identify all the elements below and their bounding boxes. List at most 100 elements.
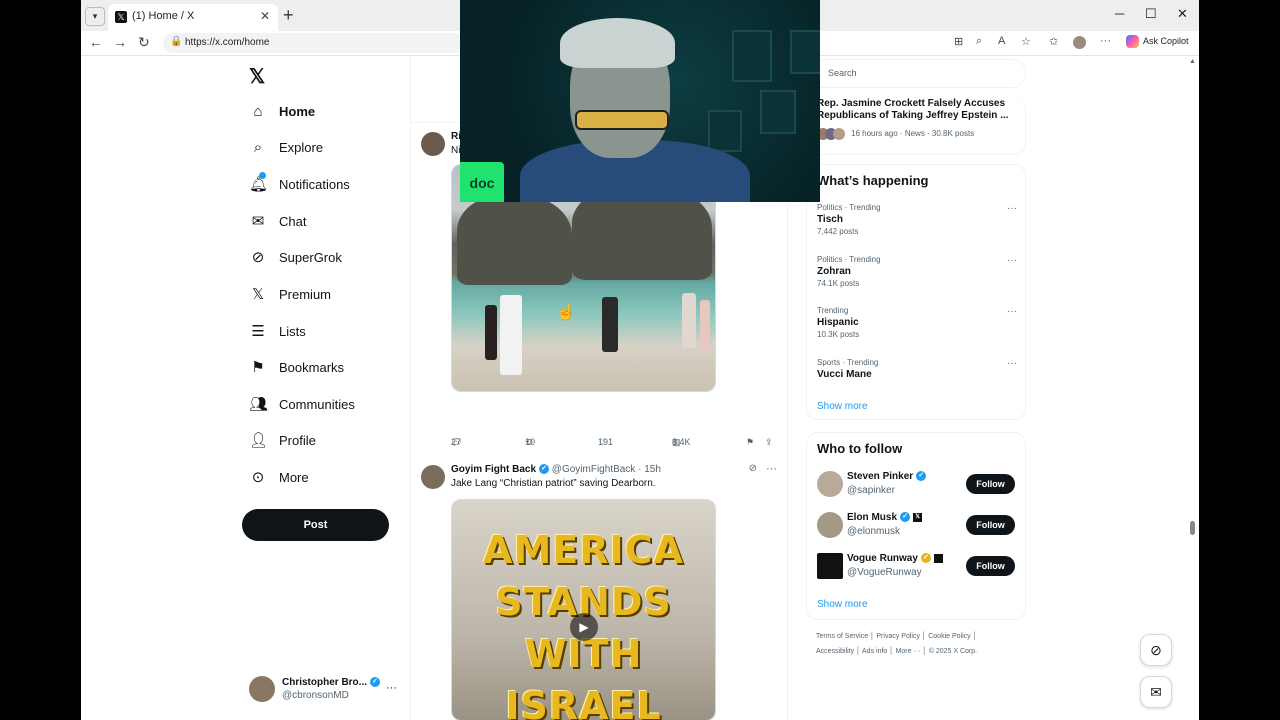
follow-suggestion[interactable]: Steven Pinker ✓ @sapinker Follow (817, 471, 1017, 499)
nav-supergrok[interactable]: ⊘ SuperGrok (249, 244, 342, 270)
account-more-icon[interactable]: ··· (386, 682, 397, 694)
messages-fab-icon[interactable]: ✉ (1140, 676, 1172, 708)
footer-link[interactable]: More ··· (896, 648, 921, 655)
person-shape (700, 300, 710, 350)
copilot-button[interactable]: Ask Copilot (1126, 35, 1189, 48)
tweet-more-icon[interactable]: ··· (766, 463, 777, 475)
suggestion-name-row[interactable]: Elon Musk ✓ 𝕏 (847, 512, 923, 523)
bookmark-icon[interactable]: ⚑ (746, 437, 754, 448)
trend-item[interactable]: Politics · Trending Tisch 7,442 posts ··· (817, 203, 1017, 236)
nav-home[interactable]: ⌂ Home (249, 98, 315, 124)
nav-profile[interactable]: 👤︎ Profile (249, 427, 316, 453)
tweet-video[interactable]: AMERICA STANDS WITH ISRAEL ▶ (451, 499, 716, 720)
trend-item[interactable]: Politics · Trending Zohran 74.1K posts ··· (817, 255, 1017, 288)
back-arrow-icon[interactable]: ← (89, 34, 103, 50)
reply-count: 27 (451, 437, 462, 447)
x-logo-icon[interactable]: 𝕏 (249, 64, 265, 89)
x-icon: 𝕏 (251, 286, 265, 303)
nav-communities[interactable]: 👥︎ Communities (249, 391, 355, 417)
show-more-link[interactable]: Show more (817, 401, 868, 412)
tweet-avatar[interactable] (421, 465, 445, 489)
read-aloud-icon[interactable]: A (998, 35, 1005, 47)
scroll-up-arrow-icon[interactable]: ▲ (1189, 58, 1196, 65)
nav-premium[interactable]: 𝕏 Premium (249, 281, 331, 307)
trend-more-icon[interactable]: ··· (1007, 306, 1017, 317)
follow-button[interactable]: Follow (966, 515, 1015, 535)
tab-close-icon[interactable]: ✕ (260, 9, 270, 23)
tab-x-home[interactable]: 𝕏 (1) Home / X ✕ (108, 4, 278, 31)
app-available-icon[interactable]: ⊞ (954, 35, 963, 48)
copyright: © 2025 X Corp. (928, 648, 978, 655)
news-card[interactable]: Rep. Jasmine Crockett Falsely Accuses Re… (806, 96, 1026, 155)
footer-link[interactable]: Accessibility (816, 648, 854, 655)
show-more-link[interactable]: Show more (817, 599, 868, 610)
home-icon: ⌂ (253, 102, 263, 120)
follow-suggestion[interactable]: Vogue Runway ✓ @VogueRunway Follow (817, 553, 1017, 581)
tweet-author-row[interactable]: Goyim Fight Back ✓ @GoyimFightBack · 15h (451, 464, 661, 475)
footer-link[interactable]: Cookie Policy (928, 633, 970, 640)
page-scrollbar[interactable]: ▲ (1186, 56, 1199, 720)
site-info-icon[interactable]: 🔒 (170, 36, 182, 47)
trend-item[interactable]: Trending Hispanic 10.3K posts ··· (817, 306, 1017, 339)
nav-lists[interactable]: ☰ Lists (249, 318, 305, 344)
nav-bookmarks[interactable]: ⚑ Bookmarks (249, 354, 344, 380)
window-close-icon[interactable]: ✕ (1177, 6, 1188, 22)
people-icon: 👥︎ (249, 396, 269, 413)
tweet-author[interactable]: Goyim Fight Back (451, 464, 536, 475)
person-shape (485, 305, 497, 360)
url-text[interactable]: https://x.com/home (185, 37, 269, 48)
search-input[interactable]: ⌕ Search (806, 59, 1026, 88)
nav-label: Premium (279, 286, 332, 302)
trend-posts: 74.1K posts (817, 279, 860, 288)
footer-link[interactable]: Privacy Policy (876, 633, 920, 640)
nav-more[interactable]: ⊙ More (249, 464, 309, 490)
refresh-icon[interactable]: ↻ (138, 34, 150, 51)
forward-arrow-icon[interactable]: → (113, 34, 127, 50)
favorite-star-icon[interactable]: ☆ (1021, 35, 1031, 48)
cliff-shape (457, 195, 572, 285)
maximize-icon[interactable]: ☐ (1145, 6, 1157, 22)
grok-explain-icon[interactable]: ⊘ (749, 463, 757, 474)
suggestion-name-row[interactable]: Vogue Runway ✓ (847, 553, 943, 564)
trend-more-icon[interactable]: ··· (1007, 358, 1017, 369)
share-icon[interactable]: ⇪ (765, 437, 773, 448)
nav-label: SuperGrok (279, 249, 342, 265)
follow-button[interactable]: Follow (966, 556, 1015, 576)
post-button[interactable]: Post (242, 509, 389, 541)
play-icon[interactable]: ▶ (570, 613, 598, 641)
tweet-avatar[interactable] (421, 132, 445, 156)
trend-more-icon[interactable]: ··· (1007, 255, 1017, 266)
news-headline[interactable]: Rep. Jasmine Crockett Falsely Accuses Re… (817, 98, 1012, 122)
repost-count: 10 (525, 437, 536, 447)
footer-link[interactable]: Terms of Service (816, 633, 868, 640)
favorites-icon[interactable]: ✩ (1049, 35, 1058, 48)
who-to-follow-title: Who to follow (817, 441, 903, 456)
tweet-handle[interactable]: @GoyimFightBack · 15h (552, 464, 661, 475)
image-text: ISRAEL (505, 684, 662, 720)
grok-fab-icon[interactable]: ⊘ (1140, 634, 1172, 666)
follow-button[interactable]: Follow (966, 474, 1015, 494)
profile-avatar-icon[interactable] (1073, 36, 1086, 49)
footer-link[interactable]: Ads info (862, 648, 887, 655)
affiliate-badge-icon (933, 553, 943, 563)
tweet[interactable]: Goyim Fight Back ✓ @GoyimFightBack · 15h … (411, 463, 787, 720)
minimize-icon[interactable]: ─ (1115, 6, 1124, 21)
account-switcher[interactable]: Christopher Bro... ✓ @cbronsonMD ··· (249, 676, 399, 706)
avatar[interactable] (817, 512, 843, 538)
trend-more-icon[interactable]: ··· (1007, 203, 1017, 214)
whats-happening-title: What’s happening (817, 173, 929, 188)
settings-more-icon[interactable]: ··· (1100, 35, 1111, 47)
trend-item[interactable]: Sports · Trending Vucci Mane ··· (817, 358, 1017, 380)
suggestion-name-row[interactable]: Steven Pinker ✓ (847, 471, 927, 482)
copilot-label: Ask Copilot (1143, 35, 1189, 46)
scrollbar-thumb[interactable] (1190, 521, 1195, 535)
tab-actions-chevron-icon[interactable]: ▾ (85, 7, 105, 26)
avatar[interactable] (817, 471, 843, 497)
zoom-icon[interactable]: ⌕ (976, 35, 982, 48)
url-bar[interactable]: 🔒 https://x.com/home (163, 33, 463, 53)
nav-chat[interactable]: ✉ Chat (249, 208, 307, 234)
vogue-logo-avatar[interactable] (817, 553, 843, 579)
new-tab-plus-icon[interactable]: + (283, 5, 294, 26)
follow-suggestion[interactable]: Elon Musk ✓ 𝕏 @elonmusk Follow (817, 512, 1017, 540)
nav-explore[interactable]: ⌕ Explore (249, 134, 323, 160)
